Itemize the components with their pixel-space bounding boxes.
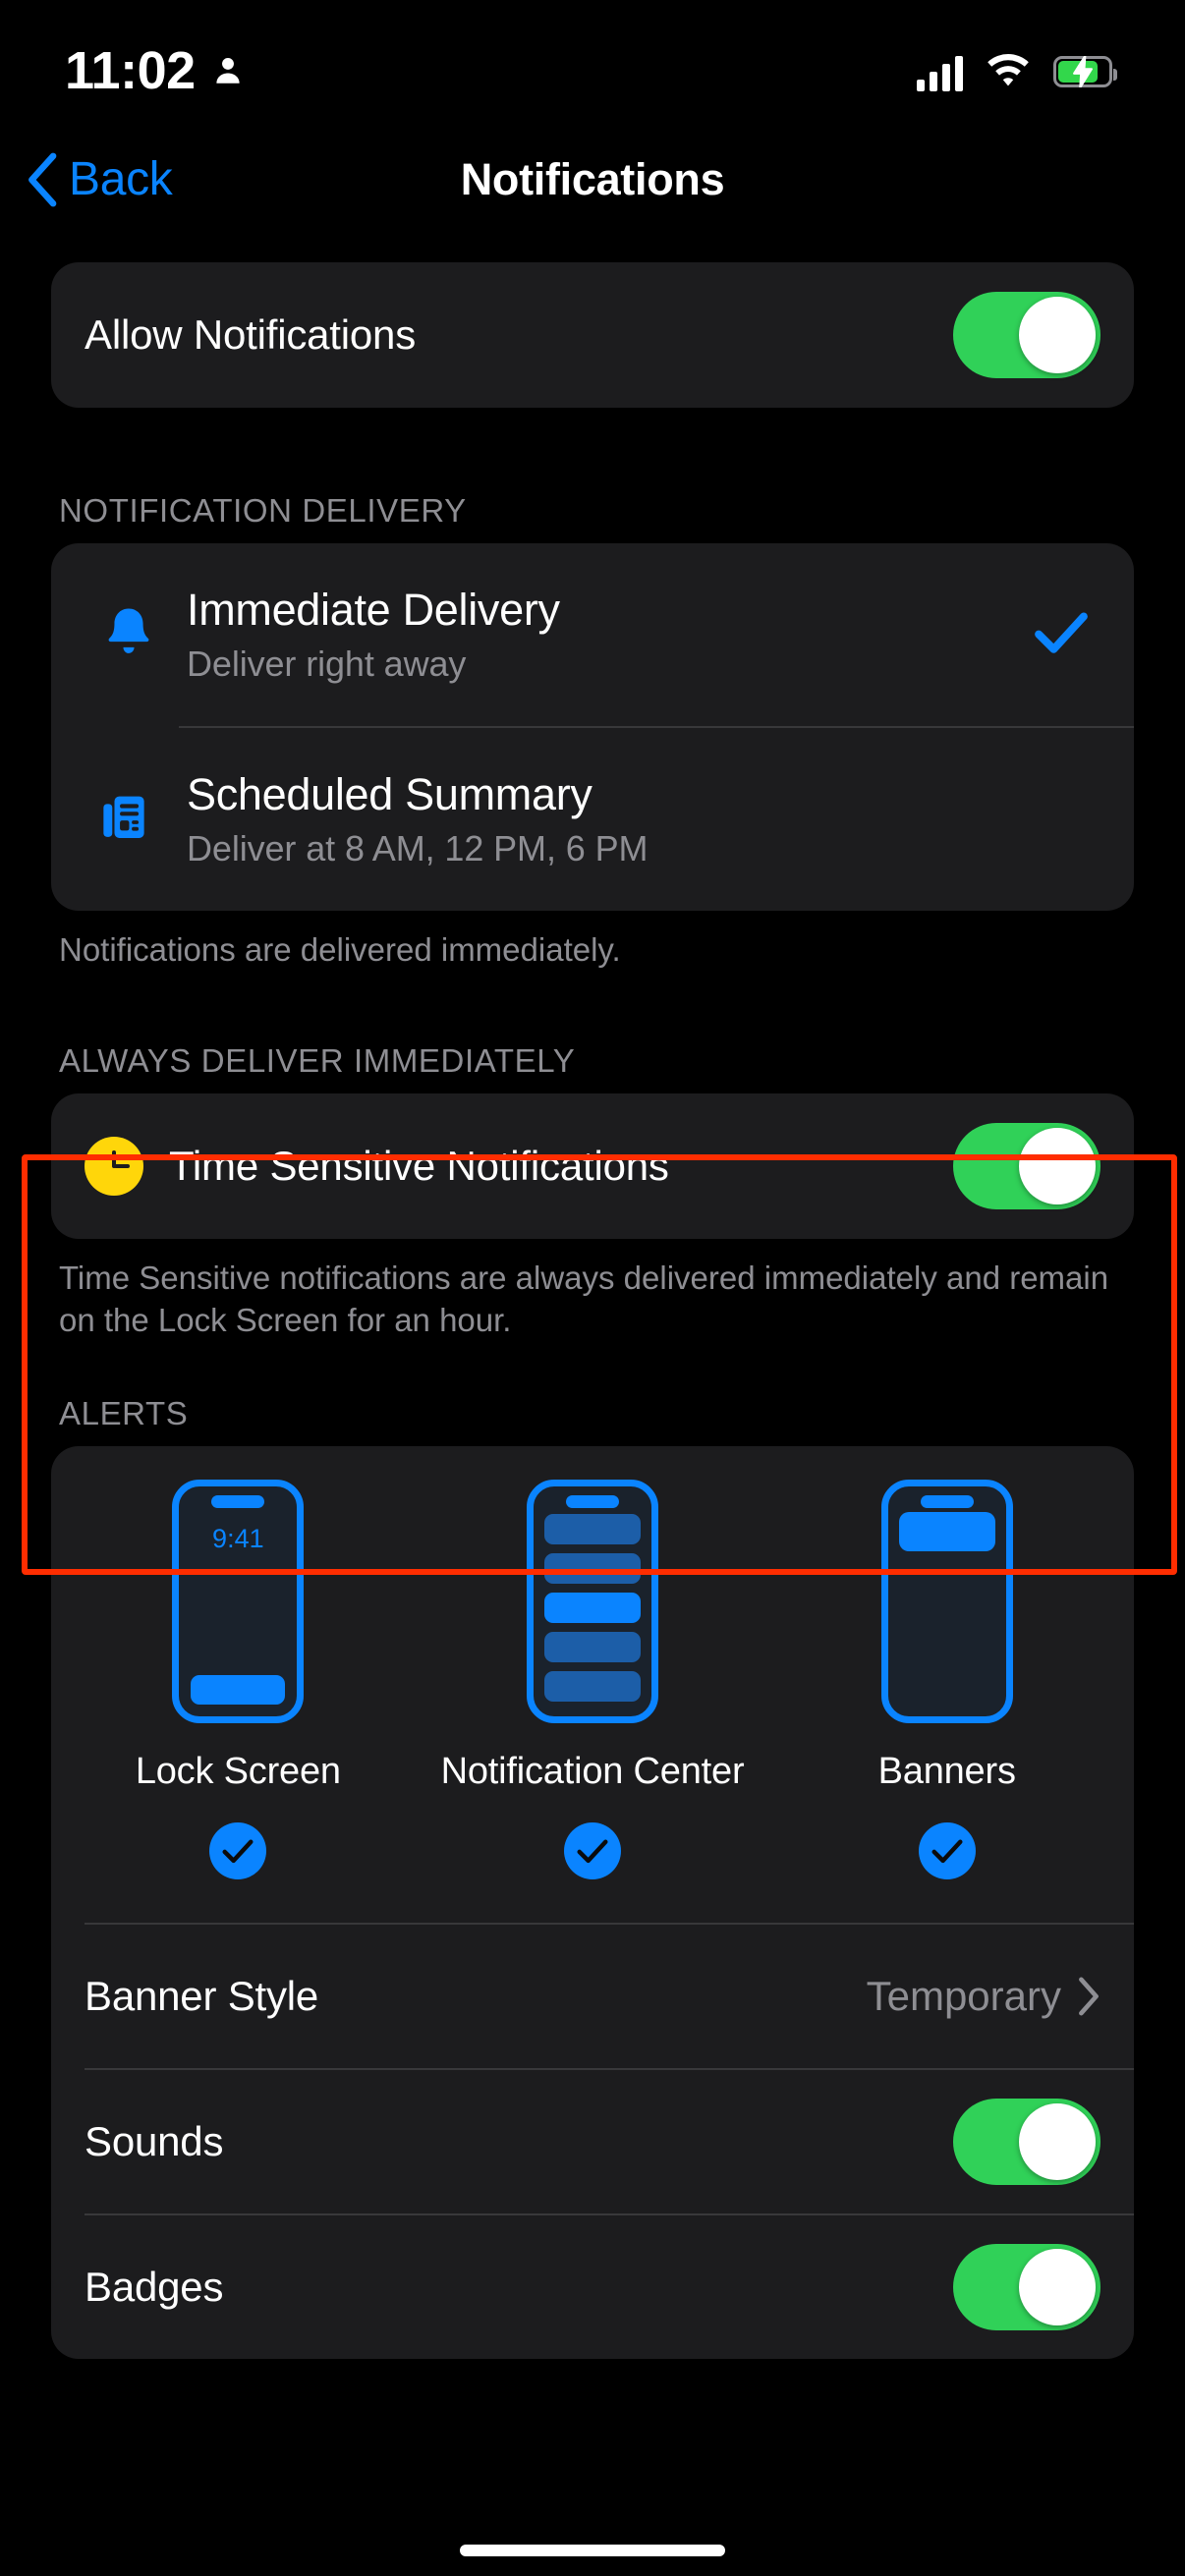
status-bar-left: 11:02 [65,44,245,97]
battery-charging-icon [1053,56,1117,87]
badges-label: Badges [85,2263,224,2310]
time-sensitive-label: Time Sensitive Notifications [169,1142,669,1189]
notification-delivery-card: Immediate Delivery Deliver right away Sc… [51,543,1134,911]
notifications-settings-screen: 11:02 Back Notifications Allow Notificat… [0,0,1185,2576]
navigation-bar: Back Notifications [0,128,1185,231]
wifi-icon [988,54,1029,86]
scheduled-summary-title: Scheduled Summary [187,769,592,819]
sounds-toggle[interactable] [953,2098,1100,2185]
allow-notifications-label: Allow Notifications [85,311,416,358]
lock-screen-notification-bar [191,1674,286,1705]
always-deliver-header: ALWAYS DELIVER IMMEDIATELY [59,1041,576,1079]
clock-icon [85,1136,143,1196]
notification-center-stack [544,1513,641,1702]
preview-label-lock-screen: Lock Screen [135,1750,341,1792]
immediate-delivery-row[interactable]: Immediate Delivery Deliver right away [51,543,1134,726]
lock-screen-phone-icon: 9:41 [172,1479,305,1723]
preview-lock-screen[interactable]: 9:41 Lock Screen [61,1479,416,1879]
sounds-row[interactable]: Sounds [51,2070,1134,2213]
notification-delivery-header: NOTIFICATION DELIVERY [59,492,467,529]
immediate-delivery-checkmark-icon [1034,610,1089,660]
scheduled-summary-subtitle: Deliver at 8 AM, 12 PM, 6 PM [187,828,649,868]
badges-row[interactable]: Badges [51,2215,1134,2359]
bell-icon [85,605,173,664]
allow-notifications-toggle[interactable] [953,292,1100,378]
preview-notification-center[interactable]: Notification Center [416,1479,770,1879]
status-bar: 11:02 [0,0,1185,128]
status-bar-right [917,52,1117,91]
scheduled-summary-text: Scheduled Summary Deliver at 8 AM, 12 PM… [173,769,1100,869]
banner-style-row[interactable]: Banner Style Temporary [51,1925,1134,2068]
immediate-delivery-title: Immediate Delivery [187,585,560,635]
preview-banners[interactable]: Banners [769,1479,1124,1879]
page-title: Notifications [460,153,725,204]
checkmark-icon [1035,612,1088,653]
phone-notch [920,1494,974,1508]
home-indicator[interactable] [460,2545,725,2556]
time-sensitive-toggle[interactable] [953,1122,1100,1209]
newspaper-icon-glyph [103,796,144,838]
preview-label-banners: Banners [877,1750,1016,1792]
settings-content: Allow Notifications NOTIFICATION DELIVER… [0,231,1185,2359]
notification-center-phone-icon [527,1479,658,1723]
alerts-preview-row: 9:41 Lock Screen Notification Center Ban… [51,1446,1134,1879]
time-sensitive-row[interactable]: Time Sensitive Notifications [51,1093,1134,1239]
preview-label-notification-center: Notification Center [440,1750,745,1792]
person-icon [216,57,240,84]
banners-phone-icon [880,1479,1013,1723]
chevron-right-icon [1079,1977,1099,2016]
time-sensitive-card: Time Sensitive Notifications [51,1092,1134,1239]
phone-notch [566,1494,619,1508]
newspaper-icon [85,791,173,848]
checkbox-banners[interactable] [918,1821,976,1879]
banner-notification-bar [898,1511,995,1551]
allow-notifications-row[interactable]: Allow Notifications [51,262,1134,408]
sounds-label: Sounds [85,2117,224,2164]
checkbox-notification-center[interactable] [564,1821,621,1879]
checkbox-lock-screen[interactable] [209,1821,267,1879]
time-sensitive-footer: Time Sensitive notifications are always … [59,1259,1109,1339]
banner-style-value: Temporary [866,1972,1061,2019]
check-icon [931,1839,963,1863]
scheduled-summary-row[interactable]: Scheduled Summary Deliver at 8 AM, 12 PM… [51,728,1134,911]
notification-delivery-footer: Notifications are delivered immediately. [59,931,621,968]
bell-icon-glyph [108,608,149,653]
banner-style-label: Banner Style [85,1972,319,2019]
immediate-delivery-text: Immediate Delivery Deliver right away [173,585,1034,685]
alerts-header: ALERTS [59,1394,189,1431]
immediate-delivery-subtitle: Deliver right away [187,644,467,684]
status-bar-clock: 11:02 [65,41,196,100]
phone-notch [211,1494,265,1508]
charging-bolt-icon [1073,56,1093,87]
check-icon [222,1839,254,1863]
lock-screen-preview-time: 9:41 [212,1523,264,1553]
alerts-card: 9:41 Lock Screen Notification Center Ban… [51,1445,1134,2359]
cellular-signal-icon [917,52,963,91]
badges-toggle[interactable] [953,2243,1100,2330]
allow-notifications-card: Allow Notifications [51,262,1134,408]
check-icon [577,1839,608,1863]
